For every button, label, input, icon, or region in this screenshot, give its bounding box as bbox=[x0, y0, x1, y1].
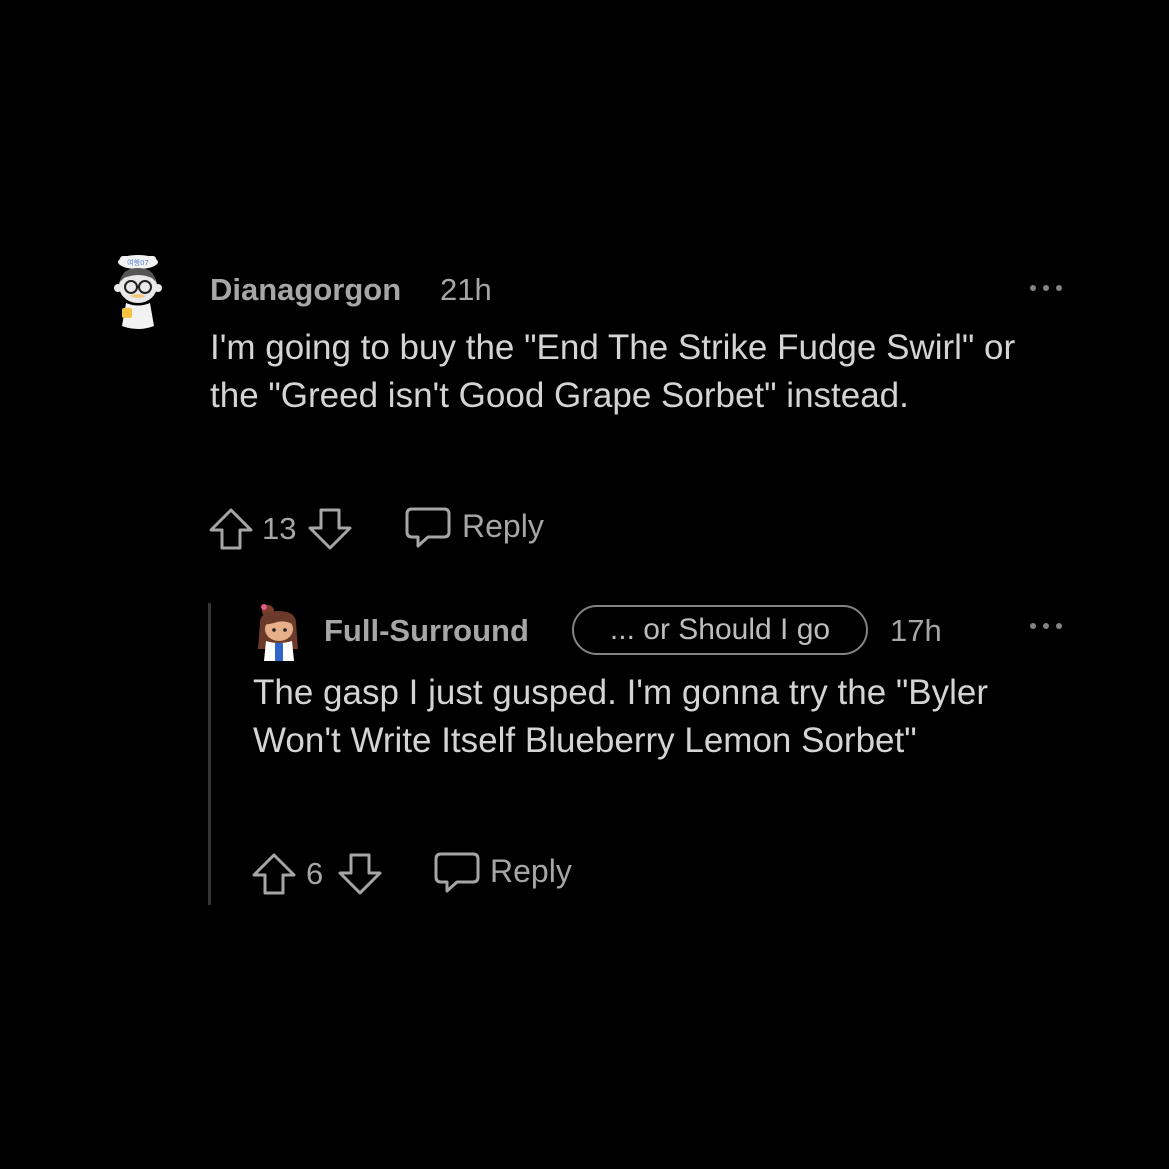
reply-button[interactable]: Reply bbox=[490, 853, 572, 890]
arrow-up-outline-icon[interactable] bbox=[251, 851, 297, 902]
user-flair: ... or Should I go bbox=[572, 605, 868, 655]
arrow-down-outline-icon[interactable] bbox=[337, 851, 383, 902]
ellipsis-icon[interactable] bbox=[1028, 619, 1064, 633]
speech-bubble-icon[interactable] bbox=[433, 851, 481, 900]
username[interactable]: Full-Surround bbox=[324, 613, 529, 649]
comment-full-surround: Full-Surround ... or Should I go 17h The… bbox=[0, 0, 1169, 1169]
comment-body: The gasp I just gusped. I'm gonna try th… bbox=[253, 673, 989, 760]
score: 6 bbox=[306, 856, 324, 891]
snoo-girl-avatar-icon[interactable] bbox=[254, 603, 302, 663]
timestamp: 17h bbox=[890, 613, 942, 648]
